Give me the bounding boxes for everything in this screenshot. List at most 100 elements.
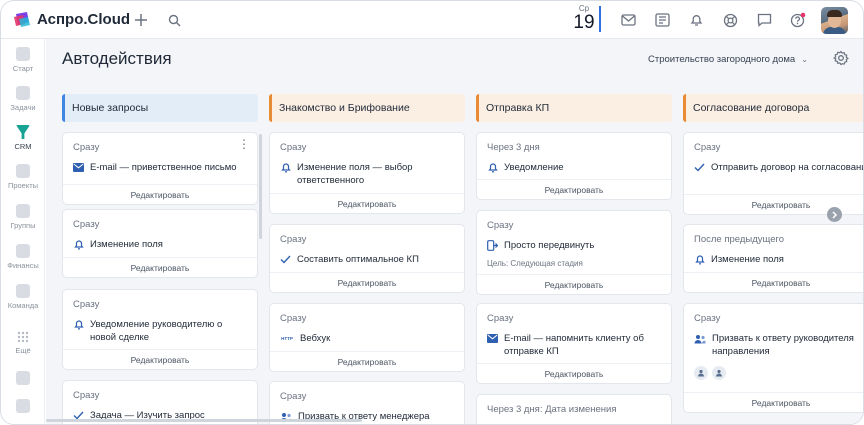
automation-card[interactable]: Сразу Составить оптимальное КП Редактиро… [269, 224, 465, 293]
bell-icon[interactable] [686, 10, 706, 30]
chevron-down-icon: ⌄ [801, 55, 808, 64]
horizontal-scrollbar[interactable] [46, 419, 362, 422]
edit-button[interactable]: Редактировать [270, 351, 464, 371]
card-action-text: Призвать к ответу руководителя направлен… [712, 333, 854, 357]
chat-bubble-icon [16, 399, 30, 413]
help-icon[interactable] [788, 10, 808, 30]
assignee-avatars [694, 366, 726, 380]
user-avatar-icon[interactable] [694, 366, 708, 380]
bell-icon [280, 162, 291, 173]
card-trigger: Сразу [280, 234, 307, 245]
card-trigger: Сразу [73, 299, 100, 310]
projects-icon [16, 164, 30, 178]
date-divider [599, 6, 601, 32]
bell-icon [487, 162, 498, 173]
edit-button[interactable]: Редактировать [270, 272, 464, 292]
automation-card[interactable]: Сразу Просто передвинуть Цель: Следующая… [476, 210, 672, 295]
column-title: Знакомство и Брифование [269, 94, 465, 122]
column-scrollbar[interactable] [259, 134, 262, 239]
more-options-icon[interactable]: ⋮ [238, 138, 250, 150]
card-action: HTTP Вебхук [280, 332, 458, 345]
chat-icon[interactable] [754, 10, 774, 30]
card-action-text: E-mail — приветственное письмо [90, 162, 237, 173]
support-icon[interactable] [720, 10, 740, 30]
card-trigger: Сразу [487, 220, 514, 231]
sidebar-extra-1[interactable] [1, 371, 45, 385]
column-sending-proposal: Отправка КП Через 3 дня Уведомление Реда… [476, 94, 672, 424]
edit-button[interactable]: Редактировать [63, 257, 257, 277]
calendar-date[interactable]: Ср 19 [569, 4, 599, 34]
scroll-right-button[interactable] [827, 207, 842, 222]
sidebar-item-finance[interactable]: Финансы [1, 244, 45, 270]
gear-icon[interactable] [833, 50, 849, 66]
automation-card[interactable]: Через 3 дня Уведомление Редактировать [476, 132, 672, 200]
sidebar-item-groups[interactable]: Группы [1, 204, 45, 230]
apps-icon [16, 371, 30, 385]
card-action-text: Изменение поля — выбор ответственного [297, 162, 413, 186]
sidebar-item-start[interactable]: Старт [1, 47, 45, 73]
edit-button[interactable]: Редактировать [477, 274, 671, 294]
automation-card[interactable]: Сразу Изменение поля Редактировать [62, 209, 258, 278]
automation-card[interactable]: После предыдущего Изменение поля Редакти… [683, 224, 863, 293]
bell-icon [73, 319, 84, 330]
automation-card[interactable]: Сразу ⋮ E-mail — приветственное письмо Р… [62, 132, 258, 205]
bell-icon [694, 254, 705, 265]
card-trigger: После предыдущего [694, 234, 785, 245]
sidebar-extra-2[interactable] [1, 399, 45, 413]
sidebar: Старт Задачи CRM Проекты Группы Финансы … [1, 39, 45, 424]
card-action: Просто передвинуть [487, 239, 665, 252]
card-action-text: Уведомление [504, 162, 564, 173]
sidebar-item-team[interactable]: Команда [1, 284, 45, 310]
card-trigger: Сразу [694, 142, 721, 153]
automation-card[interactable]: Через 3 дня: Дата изменения [476, 394, 672, 424]
chevron-right-icon [832, 210, 838, 219]
move-icon [487, 240, 498, 251]
brand-name[interactable]: Аспро.Cloud [37, 11, 130, 28]
app-window: Аспро.Cloud Ср 19 Старт Задачи CRM Проек… [0, 0, 864, 425]
edit-button[interactable]: Редактировать [270, 193, 464, 213]
finance-icon [16, 244, 30, 258]
top-bar: Аспро.Cloud Ср 19 [1, 1, 863, 39]
sidebar-item-label: Финансы [7, 261, 39, 270]
card-action-text: Составить оптимальное КП [297, 254, 419, 265]
column-acquaintance-briefing: Знакомство и Брифование Сразу Изменение … [269, 94, 465, 424]
edit-button[interactable]: Редактировать [477, 363, 671, 383]
project-select-value: Строительство загородного дома [648, 54, 796, 65]
date-day: 19 [573, 12, 595, 33]
sidebar-item-crm[interactable]: CRM [1, 125, 45, 151]
card-action-text: Отправить договор на согласование [711, 162, 864, 173]
sidebar-item-label: Ещё [15, 346, 31, 355]
sidebar-item-tasks[interactable]: Задачи [1, 86, 45, 112]
news-icon[interactable] [652, 10, 672, 30]
plus-icon[interactable] [131, 10, 151, 30]
card-action: Изменение поля [694, 253, 863, 266]
edit-button[interactable]: Редактировать [684, 272, 863, 292]
user-avatar-icon[interactable] [712, 366, 726, 380]
edit-button[interactable]: Редактировать [63, 349, 257, 369]
edit-button[interactable]: Редактировать [684, 392, 863, 412]
card-action: Призвать к ответу руководителя направлен… [694, 332, 863, 358]
page-title: Автодействия [62, 49, 172, 68]
project-select[interactable]: Строительство загородного дома ⌄ [648, 54, 808, 65]
aspro-logo-icon[interactable] [13, 11, 31, 27]
search-icon[interactable] [164, 10, 184, 30]
sidebar-item-label: Группы [10, 221, 36, 230]
mail-icon [73, 162, 84, 173]
edit-button[interactable]: Редактировать [63, 184, 257, 204]
automation-card[interactable]: Сразу Призвать к ответу руководителя нап… [683, 303, 863, 413]
sidebar-item-more[interactable]: Ещё [1, 331, 45, 355]
card-action: Отправить договор на согласование [694, 161, 864, 174]
sidebar-item-projects[interactable]: Проекты [1, 164, 45, 190]
automation-card[interactable]: Сразу HTTP Вебхук Редактировать [269, 303, 465, 372]
card-action-text: Просто передвинуть [504, 240, 595, 251]
automation-card[interactable]: Сразу Уведомление руководителю о новой с… [62, 289, 258, 370]
card-action: Уведомление руководителю о новой сделке [73, 318, 251, 344]
automation-card[interactable]: Сразу Отправить договор на согласование … [683, 132, 864, 215]
edit-button[interactable]: Редактировать [477, 179, 671, 199]
automation-card[interactable]: Сразу E-mail — напомнить клиенту об отпр… [476, 303, 672, 384]
automation-card[interactable]: Сразу Изменение поля — выбор ответственн… [269, 132, 465, 214]
mail-icon[interactable] [618, 10, 638, 30]
card-action-text: Вебхук [300, 333, 331, 344]
user-avatar[interactable] [821, 7, 848, 34]
card-trigger: Сразу [73, 142, 100, 153]
